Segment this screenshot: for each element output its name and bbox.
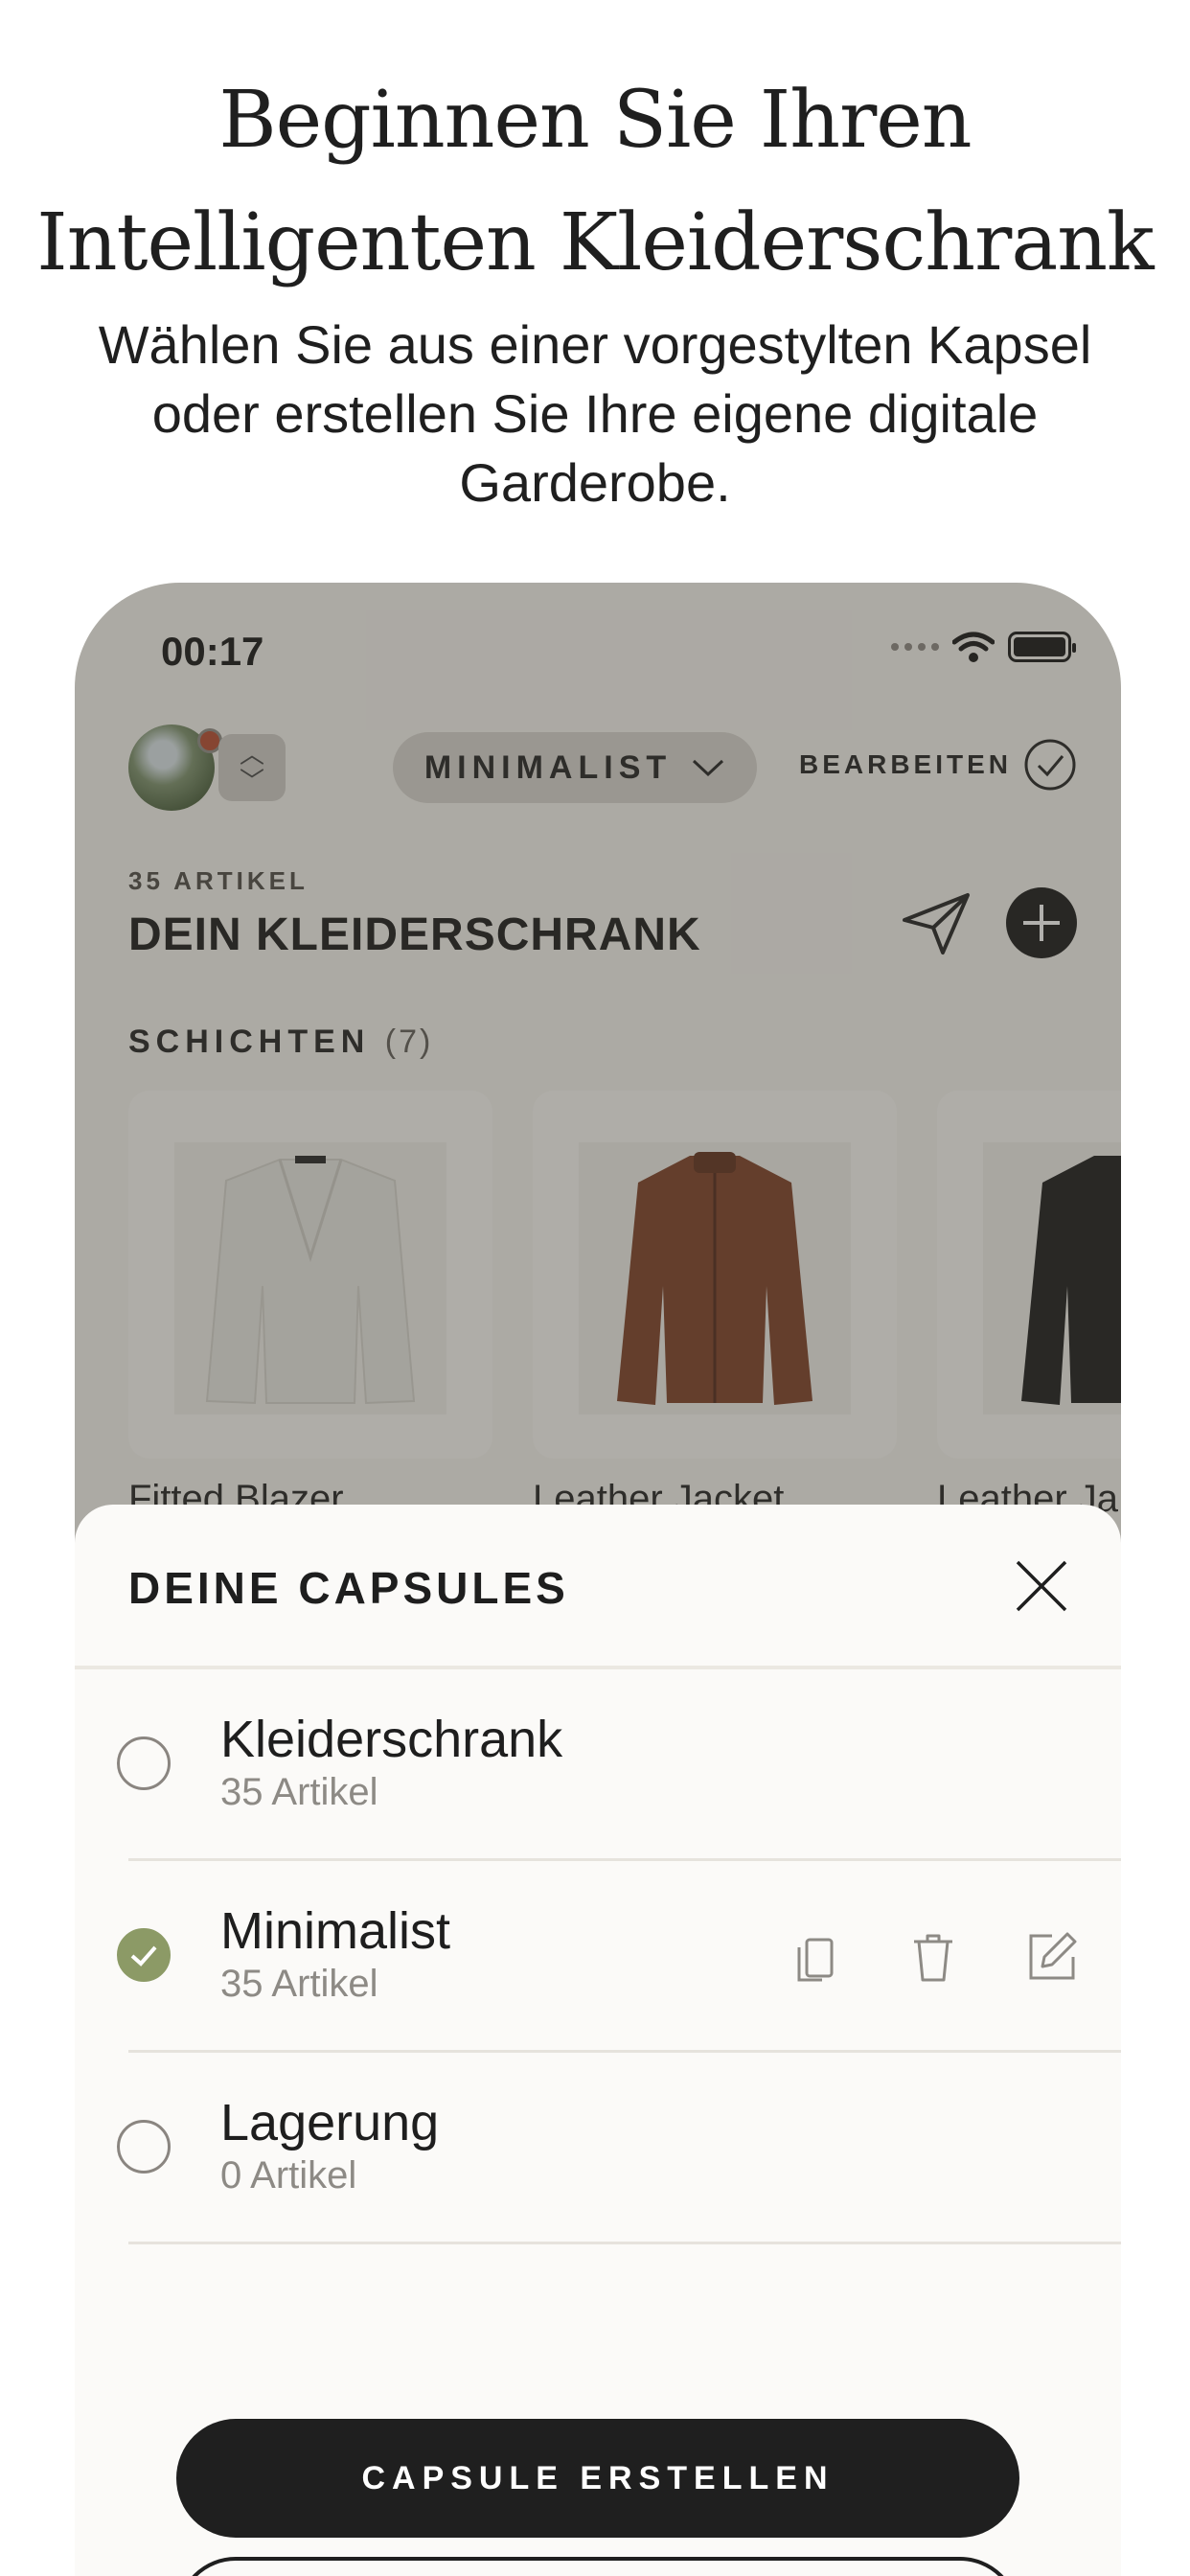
- close-icon[interactable]: [1012, 1556, 1071, 1616]
- edit-icon[interactable]: [1023, 1928, 1081, 1986]
- radio-button[interactable]: [117, 1736, 171, 1790]
- capsule-name: Lagerung: [220, 2094, 440, 2151]
- capsules-sheet: DEINE CAPSULES Kleiderschrank 35 Artikel…: [75, 1505, 1121, 2576]
- capsule-row-lagerung[interactable]: Lagerung 0 Artikel: [75, 2053, 1121, 2244]
- capsule-name: Kleiderschrank: [220, 1711, 563, 1768]
- capsule-row-minimalist[interactable]: Minimalist 35 Artikel: [75, 1861, 1121, 2053]
- headline-line-1: Beginnen Sie Ihren: [218, 75, 972, 166]
- capsule-row-kleiderschrank[interactable]: Kleiderschrank 35 Artikel: [75, 1669, 1121, 1861]
- divider: [128, 2242, 1121, 2244]
- secondary-button[interactable]: [176, 2557, 1019, 2576]
- sheet-title: DEINE CAPSULES: [128, 1563, 569, 1613]
- capsule-count: 0 Artikel: [220, 2154, 357, 2196]
- radio-button-selected[interactable]: [117, 1928, 171, 1982]
- trash-icon[interactable]: [904, 1928, 962, 1986]
- onboarding-headline: Beginnen Sie Ihren Intelligenten Kleider…: [0, 59, 1190, 305]
- create-capsule-button[interactable]: CAPSULE ERSTELLEN: [176, 2419, 1019, 2538]
- capsule-count: 35 Artikel: [220, 1771, 378, 1813]
- onboarding-subtitle: Wählen Sie aus einer vorgestylten Kapsel…: [98, 314, 1092, 513]
- radio-button[interactable]: [117, 2120, 171, 2174]
- capsule-count: 35 Artikel: [220, 1963, 378, 2005]
- create-capsule-label: CAPSULE ERSTELLEN: [361, 2459, 835, 2496]
- headline-line-2: Intelligenten Kleiderschrank: [36, 197, 1154, 288]
- duplicate-icon[interactable]: [786, 1928, 843, 1986]
- checkmark-icon: [130, 1945, 157, 1966]
- capsule-name: Minimalist: [220, 1902, 451, 1960]
